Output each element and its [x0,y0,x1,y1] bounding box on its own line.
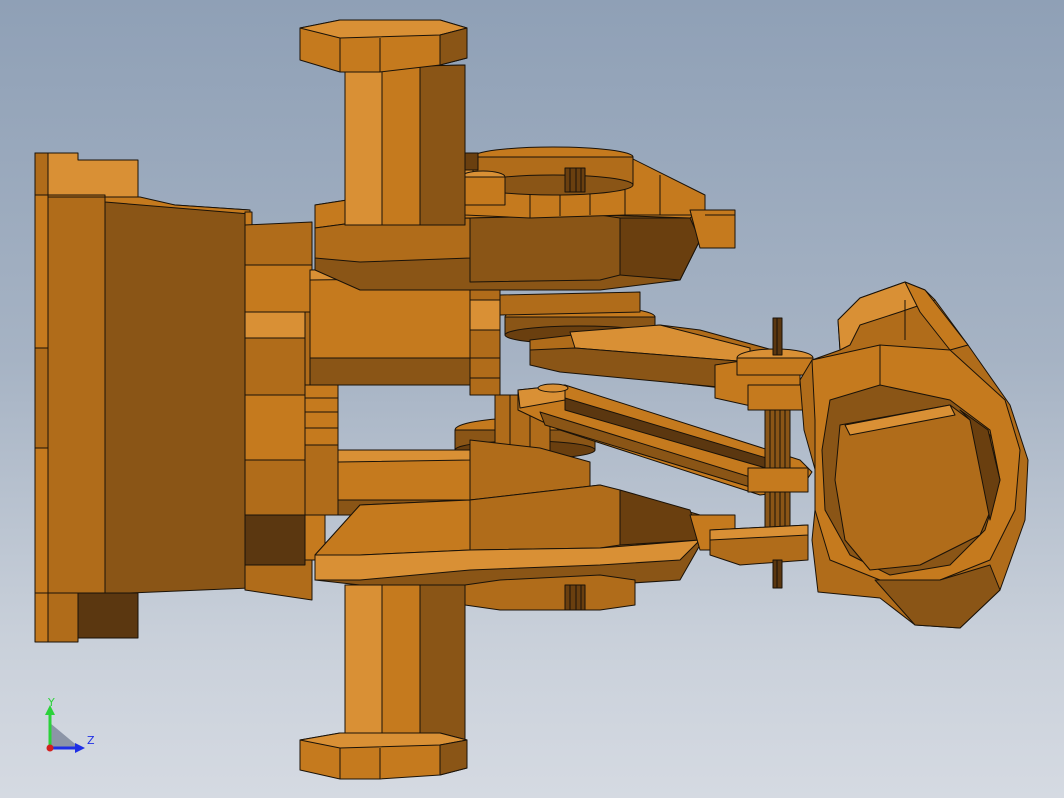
3d-viewport[interactable]: Y Z [0,0,1064,798]
base-flange [34,152,253,643]
triad-origin-icon [46,744,54,752]
z-axis-arrowhead [75,743,85,753]
robot-arm-model[interactable] [0,0,1064,798]
lower-post [299,584,468,780]
orientation-triad: Y Z [45,698,95,753]
wrist-housing [799,281,1029,629]
z-axis-label: Z [87,734,95,747]
y-axis-label: Y [47,698,55,709]
upper-post [299,19,468,226]
